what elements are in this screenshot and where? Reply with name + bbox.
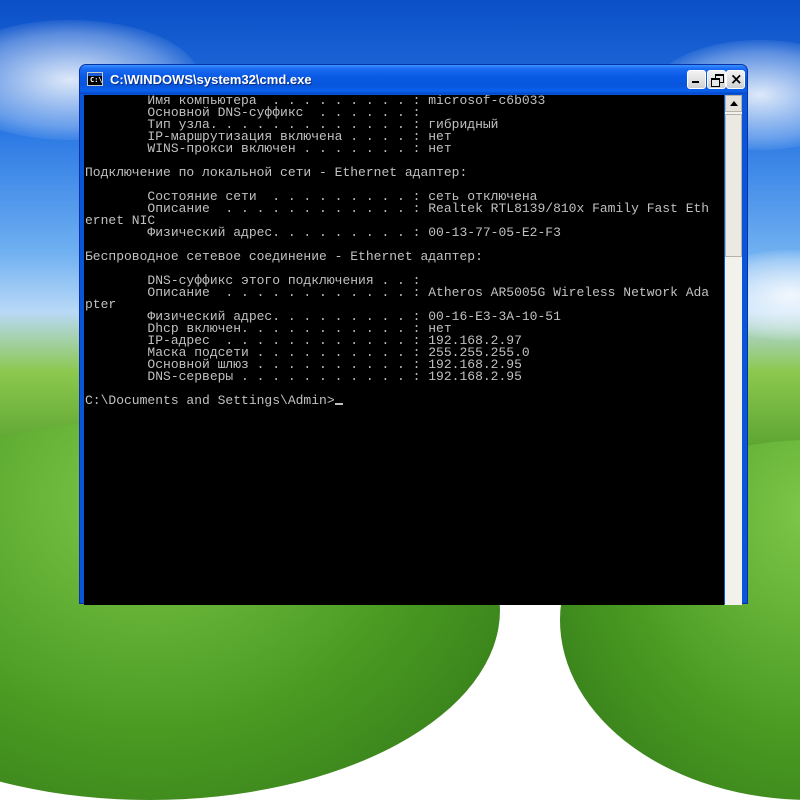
text-cursor — [334, 403, 343, 405]
console-text: Имя компьютера . . . . . . . . . : micro… — [84, 95, 724, 407]
command-prompt[interactable]: C:\Documents and Settings\Admin> — [85, 393, 335, 408]
console-line: WINS-прокси включен . . . . . . . : нет — [85, 141, 452, 156]
minimize-button[interactable] — [687, 70, 706, 89]
maximize-button[interactable] — [707, 70, 726, 89]
console-line: DNS-серверы . . . . . . . . . . . : 192.… — [85, 369, 522, 384]
console-output[interactable]: Имя компьютера . . . . . . . . . : micro… — [84, 95, 724, 605]
console-line: Подключение по локальной сети - Ethernet… — [85, 165, 468, 180]
scroll-up-button[interactable] — [725, 95, 742, 112]
title-bar[interactable]: C:\ C:\WINDOWS\system32\cmd.exe × — [80, 65, 747, 94]
close-button[interactable]: × — [726, 70, 745, 89]
console-line: Описание . . . . . . . . . . . . : Realt… — [85, 201, 710, 216]
cmd-icon[interactable]: C:\ — [87, 72, 103, 86]
console-line: Физический адрес. . . . . . . . . : 00-1… — [85, 225, 561, 240]
minimize-icon — [692, 81, 699, 83]
restore-icon-front — [711, 78, 720, 87]
window-title: C:\WINDOWS\system32\cmd.exe — [110, 72, 312, 87]
console-line: Описание . . . . . . . . . . . . : Ather… — [85, 285, 710, 300]
cmd-window[interactable]: C:\ C:\WINDOWS\system32\cmd.exe × Имя ко… — [79, 64, 748, 605]
scrollbar-thumb[interactable] — [725, 114, 742, 257]
close-icon: × — [730, 70, 743, 88]
console-line: Беспроводное сетевое соединение - Ethern… — [85, 249, 483, 264]
vertical-scrollbar[interactable] — [725, 95, 742, 605]
